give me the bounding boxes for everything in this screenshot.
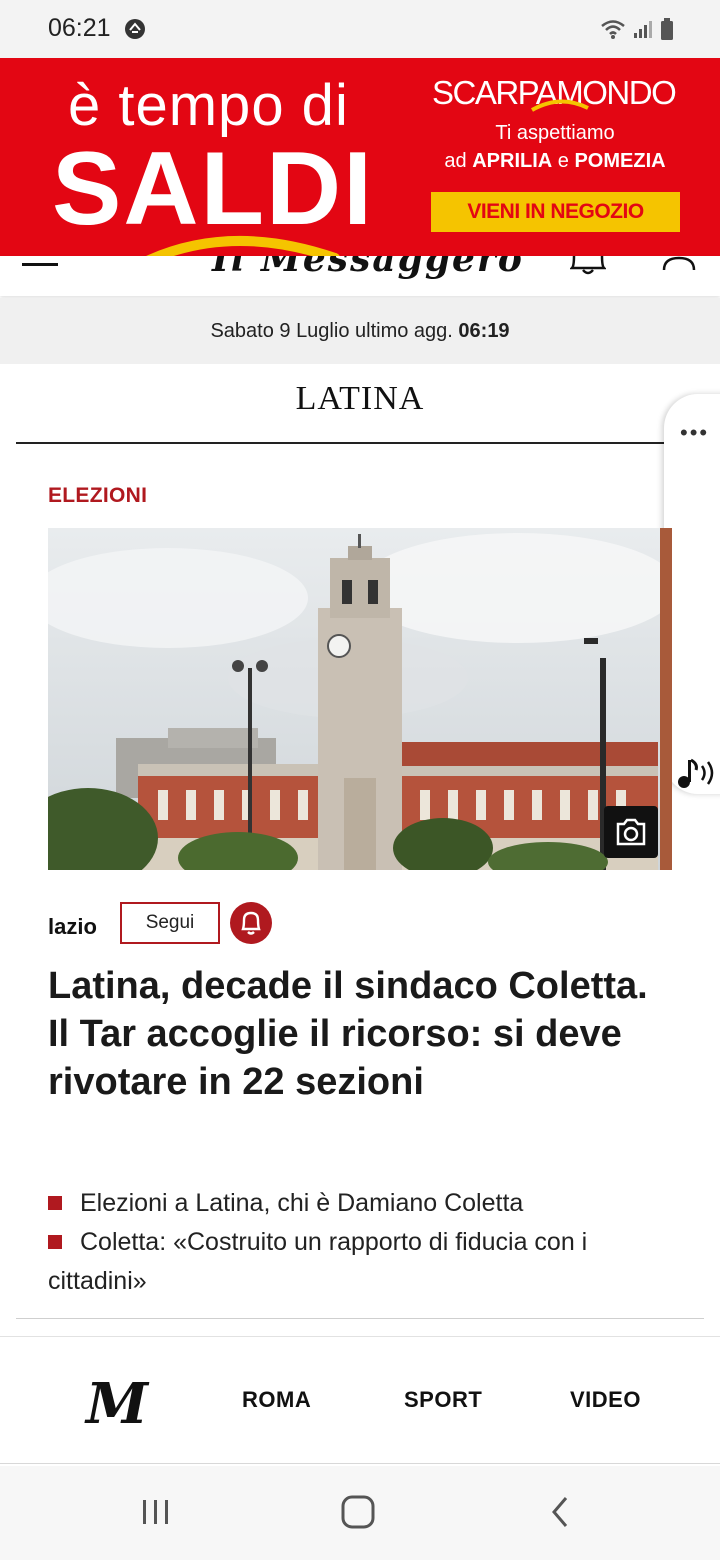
more-options-icon[interactable]: ••• (680, 420, 709, 446)
ad-locations: ad APRILIA e POMEZIA (444, 150, 666, 172)
ad-banner[interactable]: è tempo di SALDI SCARPAMONDO Ti aspettia… (0, 58, 720, 256)
article-kicker[interactable]: ELEZIONI (48, 484, 147, 508)
system-nav-bar (0, 1466, 720, 1560)
bullet-icon (48, 1196, 62, 1210)
date-text: Sabato 9 Luglio ultimo agg. (210, 320, 453, 342)
brand-arc-icon (531, 99, 589, 112)
bottom-nav: M ROMA SPORT VIDEO (0, 1336, 720, 1464)
article-hero-image[interactable] (48, 528, 672, 870)
nav-roma[interactable]: ROMA (242, 1387, 311, 1413)
side-tools-tab[interactable]: ••• (664, 394, 720, 794)
article-headline[interactable]: Latina, decade il sindaco Coletta. Il Ta… (48, 962, 668, 1106)
article-divider (16, 1318, 704, 1319)
bell-icon (241, 911, 261, 935)
status-bar: 06:21 (0, 0, 720, 58)
notify-button[interactable] (230, 902, 272, 944)
home-logo[interactable]: M (86, 1371, 148, 1437)
back-icon[interactable] (538, 1492, 582, 1532)
battery-icon (661, 18, 673, 40)
tag-label[interactable]: lazio (48, 914, 97, 940)
nav-sport[interactable]: SPORT (404, 1387, 482, 1413)
ad-headline: è tempo di (68, 73, 349, 138)
notifications-icon[interactable] (570, 256, 606, 276)
site-logo[interactable]: Il Messaggero (212, 256, 524, 280)
sync-icon (125, 19, 145, 39)
ad-cta-button[interactable]: VIENI IN NEGOZIO (431, 192, 680, 232)
ad-subtitle: Ti aspettiamo (495, 122, 615, 144)
camera-icon (616, 818, 646, 846)
photo-gallery-button[interactable] (604, 806, 658, 858)
user-icon[interactable] (662, 256, 696, 270)
update-time: 06:19 (458, 320, 510, 342)
status-time: 06:21 (48, 14, 111, 42)
follow-button[interactable]: Segui (120, 902, 220, 944)
section-title: LATINA (295, 380, 425, 417)
menu-icon[interactable] (22, 262, 58, 268)
nav-video[interactable]: VIDEO (570, 1387, 641, 1413)
section-divider (16, 442, 664, 444)
recent-apps-icon[interactable] (134, 1492, 178, 1532)
related-link[interactable]: Coletta: «Costruito un rapporto di fiduc… (48, 1223, 668, 1301)
related-link[interactable]: Elezioni a Latina, chi è Damiano Coletta (48, 1184, 668, 1223)
audio-listen-icon[interactable] (676, 756, 720, 790)
related-links: Elezioni a Latina, chi è Damiano Coletta… (48, 1184, 668, 1301)
site-header: Il Messaggero (0, 256, 720, 296)
signal-icon (634, 21, 652, 38)
date-bar: Sabato 9 Luglio ultimo agg. 06:19 (0, 298, 720, 364)
wifi-icon (601, 20, 625, 39)
home-icon[interactable] (336, 1492, 380, 1532)
swoosh-icon (146, 235, 340, 256)
status-icons (600, 16, 674, 42)
bullet-icon (48, 1235, 62, 1249)
